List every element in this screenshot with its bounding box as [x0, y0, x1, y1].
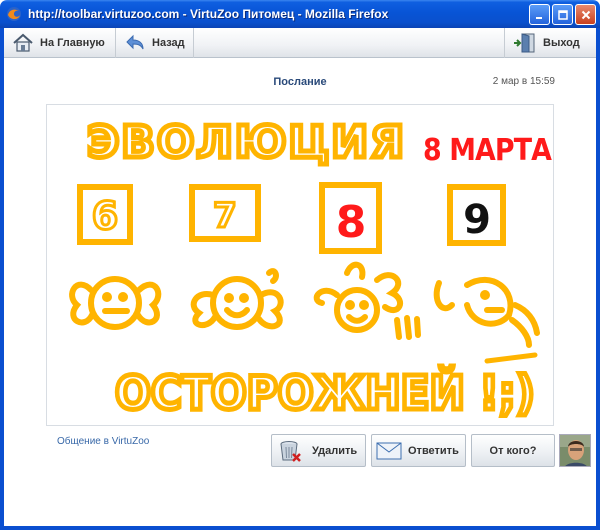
number-7: 7 — [213, 196, 237, 236]
page-title: Послание — [273, 76, 327, 88]
number-box-8: 8 — [319, 182, 382, 254]
exit-button[interactable]: Выход — [504, 28, 596, 58]
user-photo — [560, 435, 590, 466]
close-button[interactable] — [575, 4, 596, 25]
house-icon — [13, 33, 33, 52]
firefox-icon — [7, 7, 21, 21]
delete-button[interactable]: Удалить — [271, 434, 366, 467]
trash-icon — [280, 440, 301, 462]
back-button[interactable]: Назад — [116, 28, 194, 58]
number-box-6: 6 — [77, 184, 133, 245]
window-frame-left — [0, 28, 4, 530]
door-exit-icon — [514, 33, 535, 53]
drawing-heading: ЭВОЛЮЦИЯ — [87, 117, 406, 168]
window-controls — [529, 4, 596, 25]
back-arrow-icon — [126, 34, 144, 50]
delete-label: Удалить — [312, 444, 358, 457]
creature-2 — [190, 268, 284, 330]
window-title: http://toolbar.virtuzoo.com - VirtuZoo П… — [28, 7, 389, 21]
number-box-9: 9 — [447, 184, 506, 246]
back-label: Назад — [152, 37, 185, 49]
who-sent-button[interactable]: От кого? — [471, 434, 555, 467]
maximize-button[interactable] — [552, 4, 573, 25]
avatar[interactable] — [559, 434, 591, 467]
window-titlebar: http://toolbar.virtuzoo.com - VirtuZoo П… — [0, 0, 600, 28]
hand-drawn-picture: ЭВОЛЮЦИЯ 8 МАРТА 6 7 8 9 ОСТОРОЖНЕЙ !;) — [69, 115, 554, 423]
message-date: 2 мар в 15:59 — [492, 76, 555, 87]
message-drawing: ЭВОЛЮЦИЯ 8 МАРТА 6 7 8 9 ОСТОРОЖНЕЙ !;) — [46, 104, 554, 426]
home-button[interactable]: На Главную — [4, 28, 116, 58]
close-icon — [581, 10, 590, 19]
creature-3 — [313, 261, 421, 340]
window-frame-right — [596, 28, 600, 530]
maximize-icon — [557, 9, 568, 20]
who-sent-label: От кого? — [489, 444, 537, 457]
number-6: 6 — [92, 194, 118, 238]
number-8: 8 — [336, 197, 367, 248]
window-frame-bottom — [0, 526, 600, 530]
minimize-button[interactable] — [529, 4, 550, 25]
number-9: 9 — [463, 197, 491, 243]
creature-1 — [69, 276, 162, 330]
number-box-7: 7 — [189, 184, 261, 242]
reply-button[interactable]: Ответить — [371, 434, 466, 467]
minimize-icon — [535, 16, 542, 19]
caption-underline — [484, 352, 538, 364]
creature-4 — [433, 276, 540, 348]
app-toolbar: На Главную Назад Выход — [4, 28, 596, 58]
home-label: На Главную — [40, 37, 105, 49]
reply-label: Ответить — [408, 444, 459, 457]
drawing-caption: ОСТОРОЖНЕЙ !;) — [115, 366, 535, 420]
drawing-date-note: 8 МАРТА — [423, 133, 553, 168]
community-link[interactable]: Общение в VirtuZoo — [57, 436, 149, 447]
exit-label: Выход — [543, 37, 580, 49]
envelope-icon — [376, 442, 402, 459]
